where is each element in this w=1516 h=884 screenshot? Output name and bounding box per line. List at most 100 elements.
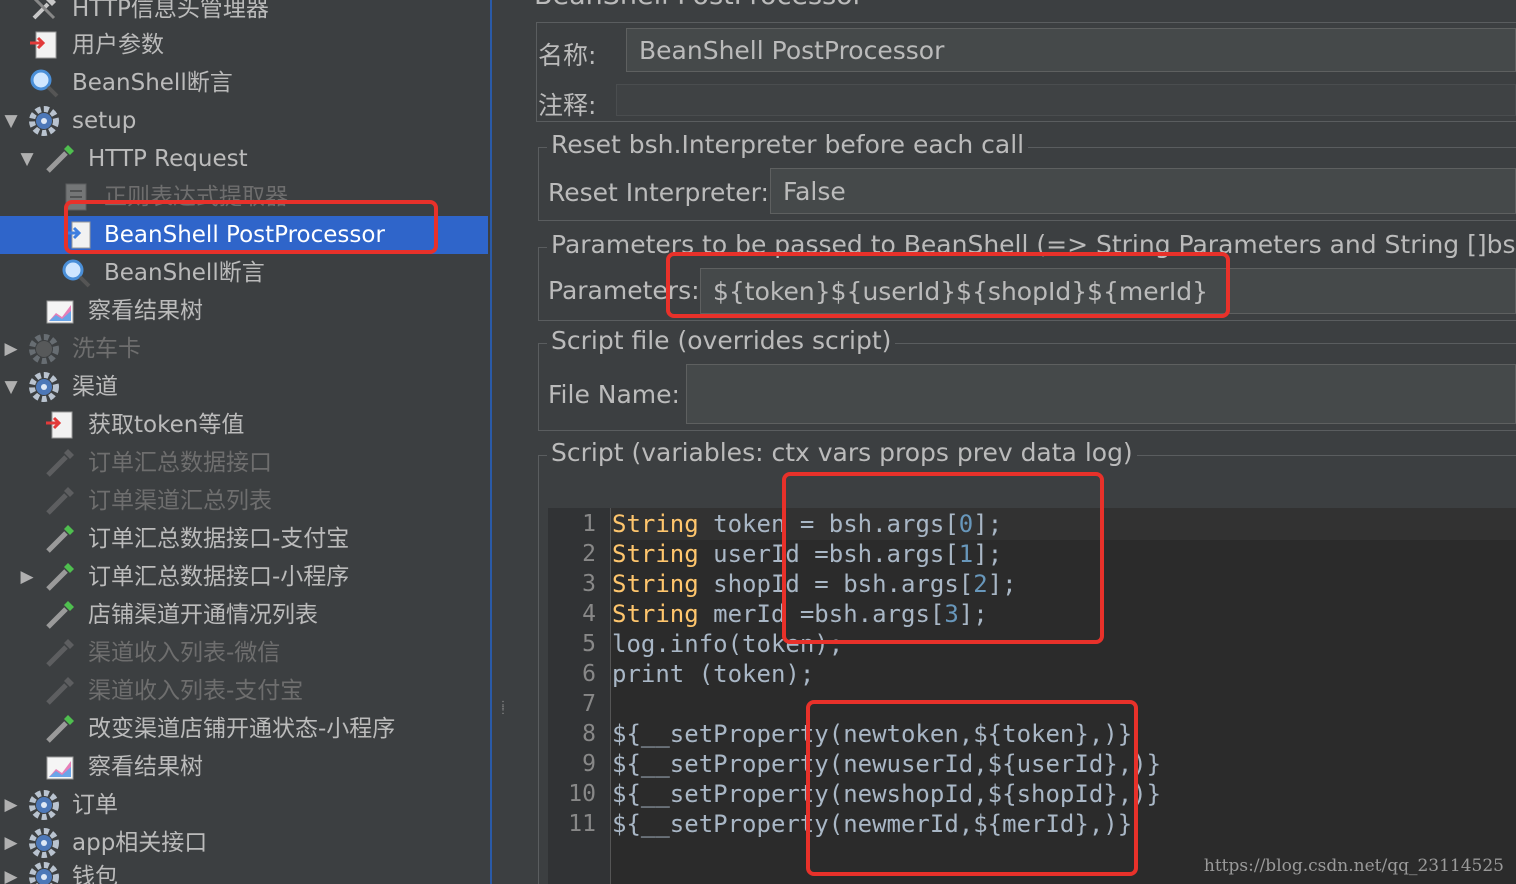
annotation-box-parameters — [666, 252, 1230, 318]
script-file-group-title: Script file (overrides script) — [547, 326, 896, 355]
gear-icon — [28, 789, 60, 821]
tree-node-label: 用户参数 — [72, 32, 164, 58]
sampler-pipette-icon — [44, 523, 76, 555]
tree-node-channel[interactable]: ▼ 渠道 — [0, 368, 488, 406]
tree-node-channel-income-alipay[interactable]: 渠道收入列表-支付宝 — [0, 672, 488, 710]
tree-node-beanshell-assertion-2[interactable]: BeanShell断言 — [0, 254, 488, 292]
tree-node-order-summary[interactable]: 订单汇总数据接口 — [0, 444, 488, 482]
tree-node-label: 订单渠道汇总列表 — [88, 488, 272, 514]
tree-node-http-request[interactable]: ▼ HTTP Request — [0, 140, 488, 178]
assertion-magnifier-icon — [60, 257, 92, 289]
collapse-toggle[interactable]: ▶ — [3, 835, 19, 852]
tree-node-label: setup — [72, 108, 137, 134]
collapse-toggle[interactable]: ▶ — [19, 569, 35, 586]
sampler-pipette-icon — [44, 599, 76, 631]
tree-node-label: 订单汇总数据接口-小程序 — [88, 564, 350, 590]
collapse-toggle[interactable]: ▶ — [3, 341, 19, 358]
tree-node-label: HTTP信息头管理器 — [72, 0, 269, 22]
line-number: 2 — [582, 541, 596, 567]
tree-node-label: 获取token等值 — [88, 412, 245, 438]
preprocessor-icon — [28, 29, 60, 61]
preprocessor-icon — [44, 409, 76, 441]
gear-icon — [28, 827, 60, 859]
tree-node-label: HTTP Request — [88, 146, 248, 172]
assertion-magnifier-icon — [28, 67, 60, 99]
tree-node-setup[interactable]: ▼ setup — [0, 102, 488, 140]
gear-icon — [28, 105, 60, 137]
reset-interpreter-select[interactable]: False — [770, 168, 1516, 214]
tree-node-label: 钱包 — [72, 864, 118, 884]
line-number: 7 — [582, 691, 596, 717]
tree-node-label: 改变渠道店铺开通状态-小程序 — [88, 716, 396, 742]
tree-node-view-results-tree-2[interactable]: 察看结果树 — [0, 748, 488, 786]
tree-node-channel-income-wechat[interactable]: 渠道收入列表-微信 — [0, 634, 488, 672]
file-name-label: File Name: — [548, 380, 680, 409]
tree-node-order-summary-miniprogram[interactable]: ▶ 订单汇总数据接口-小程序 — [0, 558, 488, 596]
tree-node-label: BeanShell断言 — [72, 70, 233, 96]
test-plan-tree[interactable]: HTTP信息头管理器 用户参数 BeanShell断言 ▼ setup ▼ HT… — [0, 0, 490, 884]
tree-node-order-summary-alipay[interactable]: 订单汇总数据接口-支付宝 — [0, 520, 488, 558]
line-number: 5 — [582, 631, 596, 657]
line-number: 11 — [568, 811, 596, 837]
comment-input[interactable] — [616, 84, 1516, 116]
sampler-pipette-icon — [44, 637, 76, 669]
tree-node-label: 订单 — [72, 792, 118, 818]
line-number: 8 — [582, 721, 596, 747]
expand-toggle[interactable]: ▼ — [19, 151, 35, 168]
listener-chart-icon — [44, 751, 76, 783]
sampler-pipette-icon — [44, 713, 76, 745]
sampler-pipette-icon — [44, 485, 76, 517]
tree-node-get-token[interactable]: 获取token等值 — [0, 406, 488, 444]
sampler-pipette-icon — [44, 561, 76, 593]
expand-toggle[interactable]: ▼ — [3, 113, 19, 130]
gear-icon — [28, 861, 60, 884]
tree-node-car-wash-card[interactable]: ▶ 洗车卡 — [0, 330, 488, 368]
tree-node-app-apis[interactable]: ▶ app相关接口 — [0, 824, 488, 862]
code-token: String — [612, 600, 699, 628]
name-input[interactable]: BeanShell PostProcessor — [626, 28, 1516, 72]
tree-node-label: 订单汇总数据接口-支付宝 — [88, 526, 350, 552]
tree-node-order-channel-list[interactable]: 订单渠道汇总列表 — [0, 482, 488, 520]
expand-toggle[interactable]: ▼ — [3, 379, 19, 396]
line-number-gutter: 1 2 3 4 5 6 7 8 9 10 11 — [548, 508, 611, 884]
code-line: print (token); — [612, 660, 814, 688]
sampler-pipette-icon — [44, 143, 76, 175]
line-number: 3 — [582, 571, 596, 597]
collapse-toggle[interactable]: ▶ — [3, 797, 19, 814]
sampler-pipette-icon — [44, 675, 76, 707]
tree-node-orders[interactable]: ▶ 订单 — [0, 786, 488, 824]
tree-node-label: BeanShell断言 — [104, 260, 265, 286]
line-number: 6 — [582, 661, 596, 687]
listener-chart-icon — [44, 295, 76, 327]
tree-node-store-channel-list[interactable]: 店铺渠道开通情况列表 — [0, 596, 488, 634]
split-pane-divider[interactable]: ⋮ ⋮ — [490, 0, 512, 884]
wrench-icon — [28, 0, 60, 24]
line-number: 9 — [582, 751, 596, 777]
code-token: String — [612, 510, 699, 538]
tree-node-http-header-manager[interactable]: HTTP信息头管理器 — [0, 0, 488, 28]
tree-node-user-parameters[interactable]: 用户参数 — [0, 26, 488, 64]
code-token: String — [612, 540, 699, 568]
watermark-text: https://blog.csdn.net/qq_23114525 — [1203, 856, 1504, 876]
tree-node-label: app相关接口 — [72, 830, 208, 856]
reset-interpreter-label: Reset Interpreter: — [548, 178, 769, 207]
annotation-box-tree-selection — [64, 200, 438, 254]
tree-node-label: 店铺渠道开通情况列表 — [88, 602, 318, 628]
file-name-input[interactable] — [686, 364, 1516, 424]
tree-node-view-results-tree[interactable]: 察看结果树 — [0, 292, 488, 330]
tree-node-label: 渠道 — [72, 374, 118, 400]
tree-node-beanshell-assertion[interactable]: BeanShell断言 — [0, 64, 488, 102]
comment-label: 注释: — [538, 91, 597, 120]
line-number: 1 — [582, 511, 596, 537]
annotation-box-setproperty — [806, 700, 1138, 876]
tree-node-label: 渠道收入列表-支付宝 — [88, 678, 304, 704]
divider-grip-handle[interactable]: ⋮ ⋮ — [498, 701, 508, 735]
gear-icon — [28, 333, 60, 365]
collapse-toggle[interactable]: ▶ — [3, 869, 19, 884]
tree-node-wallet[interactable]: ▶ 钱包 — [0, 858, 488, 884]
name-label: 名称: — [538, 41, 597, 70]
tree-node-change-store-status[interactable]: 改变渠道店铺开通状态-小程序 — [0, 710, 488, 748]
panel-title: BeanShell PostProcessor — [534, 0, 864, 11]
line-number: 4 — [582, 601, 596, 627]
tree-node-label: 订单汇总数据接口 — [88, 450, 272, 476]
